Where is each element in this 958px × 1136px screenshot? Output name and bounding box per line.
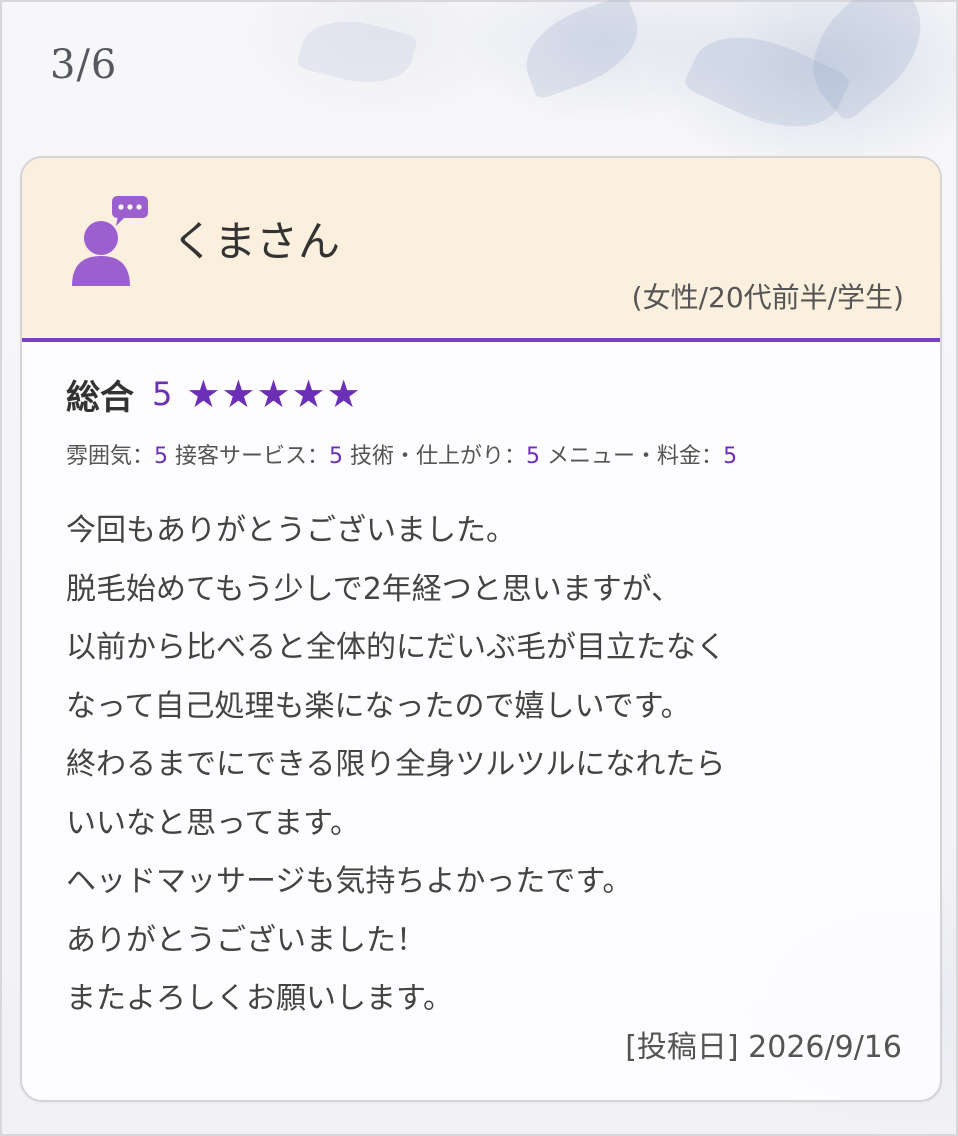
category-score-menu-price: 5 bbox=[723, 444, 738, 469]
background-leaf-decoration bbox=[296, 8, 418, 96]
review-text: 今回もありがとうございました。 脱毛始めてもう少しで2年経つと思いますが、 以前… bbox=[66, 502, 906, 1029]
review-line: 脱毛始めてもう少しで2年経つと思いますが、 bbox=[66, 571, 682, 607]
overall-rating-score: 5 bbox=[152, 375, 173, 413]
review-line: なって自己処理も楽になったので嬉しいです。 bbox=[66, 688, 691, 724]
review-card-header: くまさん (女性/20代前半/学生) bbox=[22, 158, 940, 342]
category-ratings: 雰囲気：5 接客サービス：5 技術・仕上がり：5 メニュー・料金：5 bbox=[66, 438, 737, 470]
user-comment-icon bbox=[72, 196, 148, 286]
star-rating-icons: ★★★★★ bbox=[186, 372, 362, 416]
review-line: 今回もありがとうございました。 bbox=[66, 513, 516, 548]
review-line: ありがとうございました！ bbox=[66, 922, 426, 958]
reviewer-profile: (女性/20代前半/学生) bbox=[631, 281, 904, 314]
review-card: くまさん (女性/20代前半/学生) 総合 5 ★★★★★ 雰囲気：5 接客サー… bbox=[20, 156, 942, 1102]
category-label-menu-price: メニュー・料金： bbox=[547, 444, 724, 469]
overall-rating: 総合 5 ★★★★★ bbox=[66, 370, 362, 418]
review-line: 終わるまでにできる限り全身ツルツルになれたら bbox=[66, 747, 726, 782]
category-score-atmosphere: 5 bbox=[154, 444, 169, 469]
slide-counter: 3/6 bbox=[50, 42, 118, 88]
review-line: いいなと思ってます。 bbox=[66, 805, 360, 841]
category-score-service: 5 bbox=[329, 444, 344, 469]
category-score-technique: 5 bbox=[526, 444, 541, 469]
reviewer-name: くまさん bbox=[172, 217, 341, 266]
category-label-service: 接客サービス： bbox=[175, 444, 330, 469]
review-line: またよろしくお願いします。 bbox=[66, 981, 453, 1016]
posted-date: [投稿日] 2026/9/16 bbox=[625, 1030, 902, 1065]
review-line: ヘッドマッサージも気持ちよかったです。 bbox=[66, 864, 633, 899]
background-leaf-decoration bbox=[513, 0, 651, 101]
overall-rating-label: 総合 bbox=[66, 377, 134, 418]
category-label-atmosphere: 雰囲気： bbox=[66, 444, 155, 469]
category-label-technique: 技術・仕上がり： bbox=[350, 444, 527, 469]
review-line: 以前から比べると全体的にだいぶ毛が目立たなく bbox=[66, 630, 726, 665]
